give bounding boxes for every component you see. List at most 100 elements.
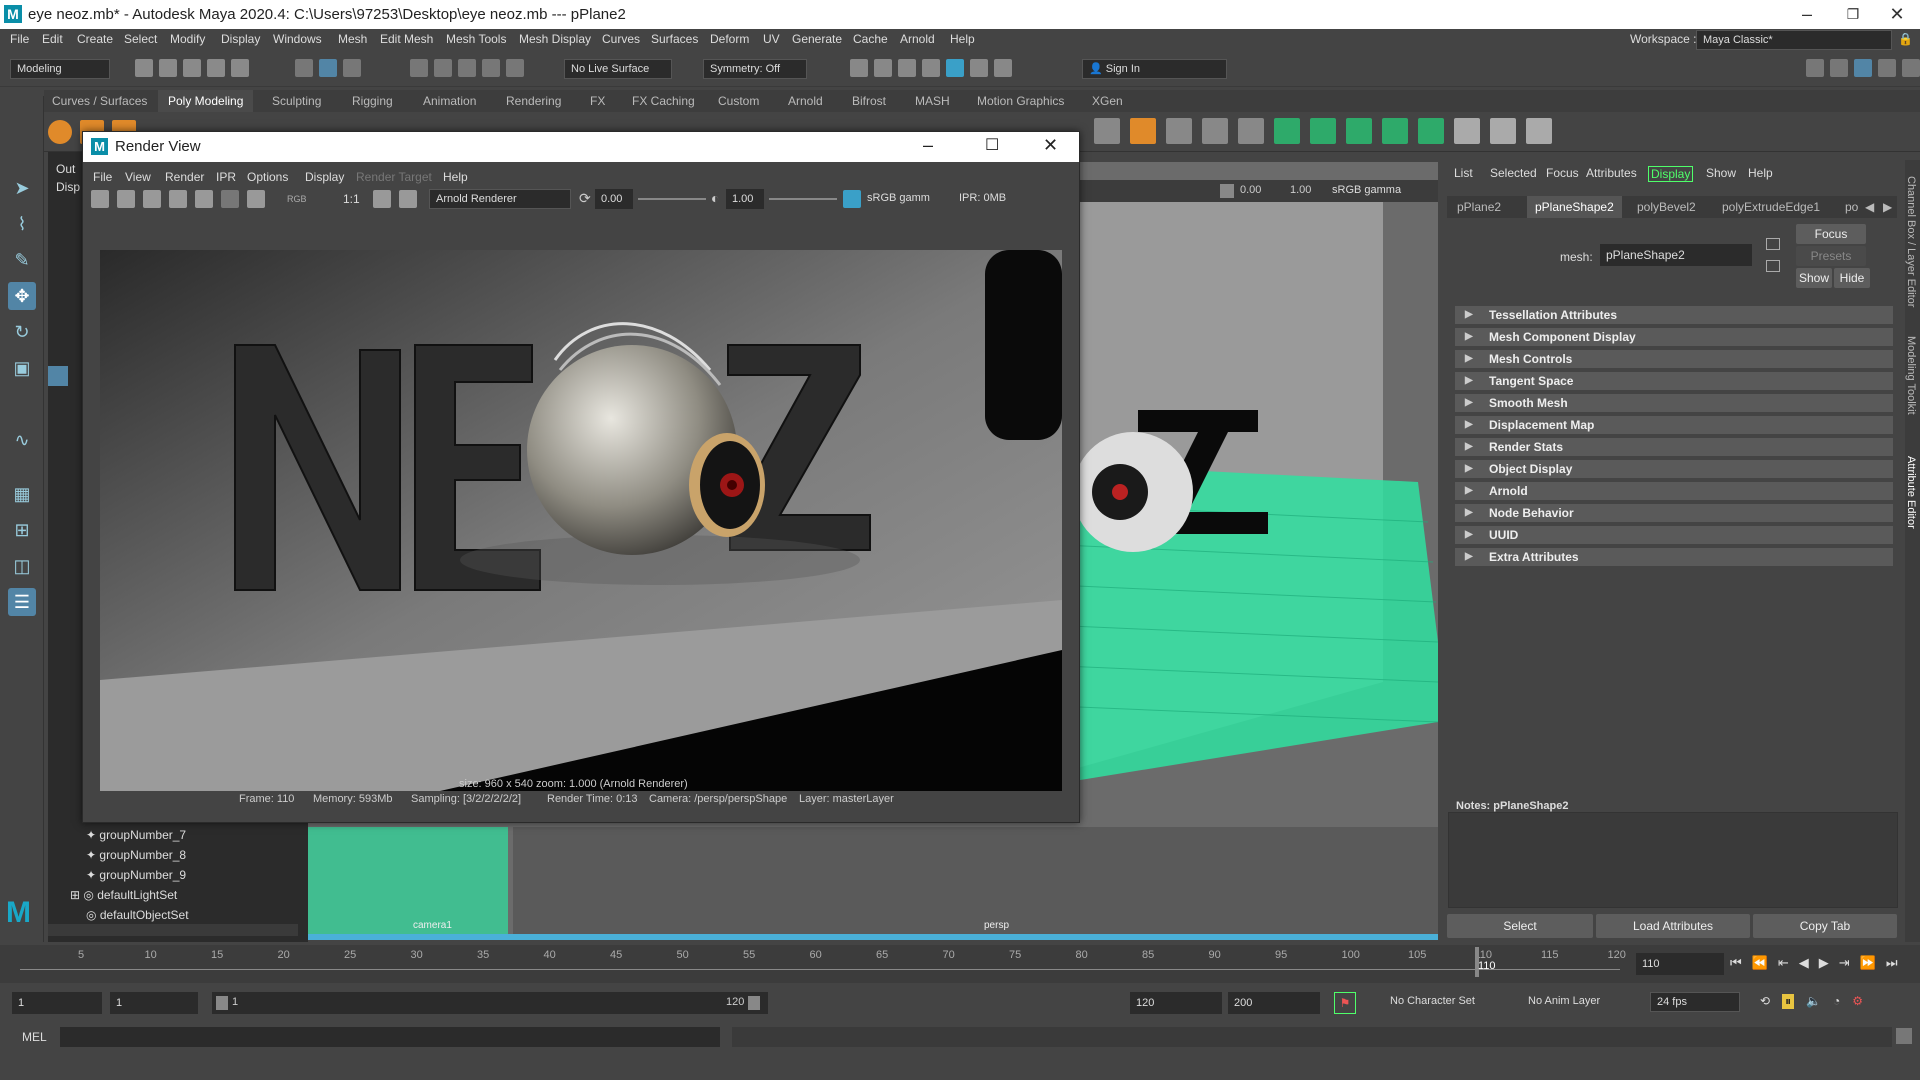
extrude-icon[interactable]	[1274, 118, 1300, 144]
anim-layer-dropdown[interactable]: No Anim Layer	[1522, 992, 1632, 1012]
append-icon[interactable]	[1346, 118, 1372, 144]
tab-pplaneshape2[interactable]: pPlaneShape2	[1527, 196, 1622, 218]
shelf-tab-curves[interactable]: Curves / Surfaces	[52, 94, 147, 108]
menu-cache[interactable]: Cache	[853, 32, 888, 46]
scene-end-field[interactable]: 200	[1228, 992, 1320, 1014]
bridge-icon[interactable]	[1310, 118, 1336, 144]
preferences-icon[interactable]: ⚙	[1852, 994, 1863, 1009]
two-view-icon[interactable]: ◫	[8, 552, 36, 580]
rv-minimize-icon[interactable]: –	[923, 135, 933, 156]
menu-help[interactable]: Help	[950, 32, 975, 46]
select-button[interactable]: Select	[1447, 914, 1593, 938]
go-to-start-icon[interactable]: ⏮	[1730, 955, 1742, 971]
tab-scroll-left-icon[interactable]: ◀	[1865, 200, 1874, 214]
play-forward-icon[interactable]: ▶	[1819, 955, 1829, 971]
section-object-display[interactable]: ▶ Object Display	[1455, 460, 1893, 478]
shelf-tab-mash[interactable]: MASH	[915, 94, 950, 108]
ipr-render-icon[interactable]	[898, 59, 916, 77]
undo-icon[interactable]	[207, 59, 225, 77]
curve-tool-icon[interactable]: ∿	[8, 426, 36, 454]
keep-image-icon[interactable]	[399, 190, 417, 208]
toggle-modeling-toolkit-icon[interactable]	[1806, 59, 1824, 77]
delete-history-icon[interactable]	[1526, 118, 1552, 144]
go-to-end-icon[interactable]: ⏭	[1886, 955, 1898, 971]
show-button[interactable]: Show	[1796, 268, 1832, 288]
auto-key-icon[interactable]: ⚑	[1334, 992, 1356, 1014]
ae-menu-attributes[interactable]: Attributes	[1586, 166, 1637, 180]
section-mesh-component-display[interactable]: ▶ Mesh Component Display	[1455, 328, 1893, 346]
menu-surfaces[interactable]: Surfaces	[651, 32, 698, 46]
toggle-channel-box-icon[interactable]	[1902, 59, 1920, 77]
exposure-icon[interactable]	[1220, 184, 1234, 198]
render-view-icon[interactable]	[874, 59, 892, 77]
refresh-icon[interactable]	[195, 190, 213, 208]
redo-render-icon[interactable]	[91, 190, 109, 208]
multi-cut-icon[interactable]	[1166, 118, 1192, 144]
current-frame-field[interactable]: 110	[1636, 953, 1724, 975]
output-node-icon[interactable]	[1766, 260, 1780, 272]
snapshot-icon[interactable]	[143, 190, 161, 208]
list-item[interactable]: ✦ groupNumber_7	[86, 828, 186, 842]
tab-polybevel2[interactable]: polyBevel2	[1637, 200, 1696, 214]
rv-gamma-slider[interactable]	[769, 198, 837, 200]
lock-icon[interactable]: 🔒	[1898, 32, 1913, 46]
toggle-tool-settings-icon[interactable]	[1878, 59, 1896, 77]
rotate-tool-icon[interactable]: ↻	[8, 318, 36, 346]
menu-deform[interactable]: Deform	[710, 32, 749, 46]
four-view-icon[interactable]: ⊞	[8, 516, 36, 544]
shelf-tab-animation[interactable]: Animation	[423, 94, 476, 108]
viewport-gamma[interactable]: 1.00	[1290, 184, 1311, 196]
section-node-behavior[interactable]: ▶ Node Behavior	[1455, 504, 1893, 522]
rv-menu-ipr[interactable]: IPR	[216, 170, 236, 184]
menuset-dropdown[interactable]: Modeling	[10, 59, 110, 79]
playback-speed-icon[interactable]: ◔	[1833, 994, 1840, 1009]
copy-tab-button[interactable]: Copy Tab	[1753, 914, 1897, 938]
list-item[interactable]: ◎ defaultObjectSet	[86, 908, 189, 922]
select-component-icon[interactable]	[343, 59, 361, 77]
playback-start-field[interactable]: 1	[110, 992, 198, 1014]
stop-icon[interactable]	[221, 190, 239, 208]
prev-key-icon[interactable]: ⇤	[1778, 955, 1789, 971]
side-tab-modeling-toolkit[interactable]: Modeling Toolkit	[1905, 336, 1917, 415]
list-item[interactable]: ⊞ ◎ defaultLightSet	[70, 888, 177, 902]
ae-menu-show[interactable]: Show	[1706, 166, 1736, 180]
open-scene-icon[interactable]	[159, 59, 177, 77]
outliner-scrollbar[interactable]	[48, 924, 298, 936]
snap-surface-icon[interactable]	[506, 59, 524, 77]
rv-close-icon[interactable]: ✕	[1043, 135, 1058, 156]
fill-hole-icon[interactable]	[1382, 118, 1408, 144]
tab-po[interactable]: po	[1845, 200, 1858, 214]
playback-end-field[interactable]: 120	[1130, 992, 1222, 1014]
menu-file[interactable]: File	[10, 32, 29, 46]
range-start-handle[interactable]	[216, 996, 228, 1010]
close-icon[interactable]: ✕	[1874, 0, 1920, 29]
single-view-icon[interactable]: ▦	[8, 480, 36, 508]
menu-modify[interactable]: Modify	[170, 32, 205, 46]
color-management-icon[interactable]	[843, 190, 861, 208]
load-attributes-button[interactable]: Load Attributes	[1596, 914, 1750, 938]
shelf-tab-arnold[interactable]: Arnold	[788, 94, 823, 108]
paint-select-icon[interactable]: ✎	[8, 246, 36, 274]
shelf-tab-custom[interactable]: Custom	[718, 94, 759, 108]
next-key-icon[interactable]: ⇥	[1839, 955, 1850, 971]
ae-menu-selected[interactable]: Selected	[1490, 166, 1537, 180]
live-surface-field[interactable]: No Live Surface	[564, 59, 672, 79]
side-tab-attribute-editor[interactable]: Attribute Editor	[1905, 456, 1917, 529]
section-uuid[interactable]: ▶ UUID	[1455, 526, 1893, 544]
shelf-tab-rigging[interactable]: Rigging	[352, 94, 393, 108]
minimize-icon[interactable]: –	[1784, 0, 1830, 29]
sound-icon[interactable]: 🔈	[1806, 994, 1821, 1009]
snap-grid-icon[interactable]	[410, 59, 428, 77]
target-weld-icon[interactable]	[1202, 118, 1228, 144]
menu-edit-mesh[interactable]: Edit Mesh	[380, 32, 433, 46]
rv-gamma-icon[interactable]: ◐	[711, 190, 719, 206]
menu-display[interactable]: Display	[221, 32, 260, 46]
menu-mesh[interactable]: Mesh	[338, 32, 367, 46]
hypershade-icon[interactable]	[946, 59, 964, 77]
section-arnold[interactable]: ▶ Arnold	[1455, 482, 1893, 500]
section-tangent-space[interactable]: ▶ Tangent Space	[1455, 372, 1893, 390]
rv-menu-display[interactable]: Display	[305, 170, 344, 184]
poly-sphere-icon[interactable]	[48, 120, 72, 144]
select-tool-icon[interactable]: ➤	[8, 174, 36, 202]
scene-start-field[interactable]: 1	[12, 992, 102, 1014]
